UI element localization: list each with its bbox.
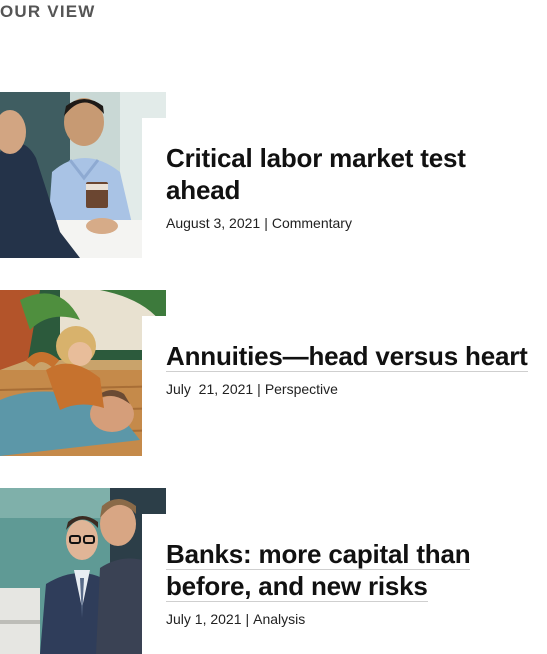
article-text: Banks: more capital than before, and new… (166, 538, 536, 628)
article-text: Annuities—head versus heart July 21, 202… (166, 340, 536, 398)
article-date: July 1, 2021 (166, 611, 242, 627)
meta-separator: | (245, 611, 250, 627)
article-link[interactable]: Critical labor market test ahead (166, 143, 466, 205)
section-title: OUR VIEW (0, 2, 96, 21)
meta-separator: | (257, 381, 261, 397)
article-card: Annuities—head versus heart July 21, 202… (0, 290, 547, 456)
article-date: July 21, 2021 (166, 381, 254, 397)
article-category: Analysis (253, 611, 306, 627)
meta-separator: | (264, 215, 268, 231)
article-headline: Critical labor market test ahead (166, 142, 536, 206)
article-link[interactable]: Banks: more capital than before, and new… (166, 539, 471, 602)
article-category: Perspective (264, 381, 338, 397)
article-card: Banks: more capital than before, and new… (0, 488, 547, 654)
article-text: Critical labor market test ahead August … (166, 142, 536, 232)
article-headline: Annuities—head versus heart (166, 340, 536, 372)
article-date: August 3, 2021 (166, 215, 261, 231)
article-category: Commentary (271, 215, 352, 231)
article-meta: August 3, 2021 | Commentary (166, 214, 536, 232)
article-meta: July 1, 2021 | Analysis (166, 610, 536, 628)
article-meta: July 21, 2021 | Perspective (166, 380, 536, 398)
article-link[interactable]: Annuities—head versus heart (166, 341, 528, 372)
article-card: Critical labor market test ahead August … (0, 92, 547, 258)
article-headline: Banks: more capital than before, and new… (166, 538, 536, 602)
